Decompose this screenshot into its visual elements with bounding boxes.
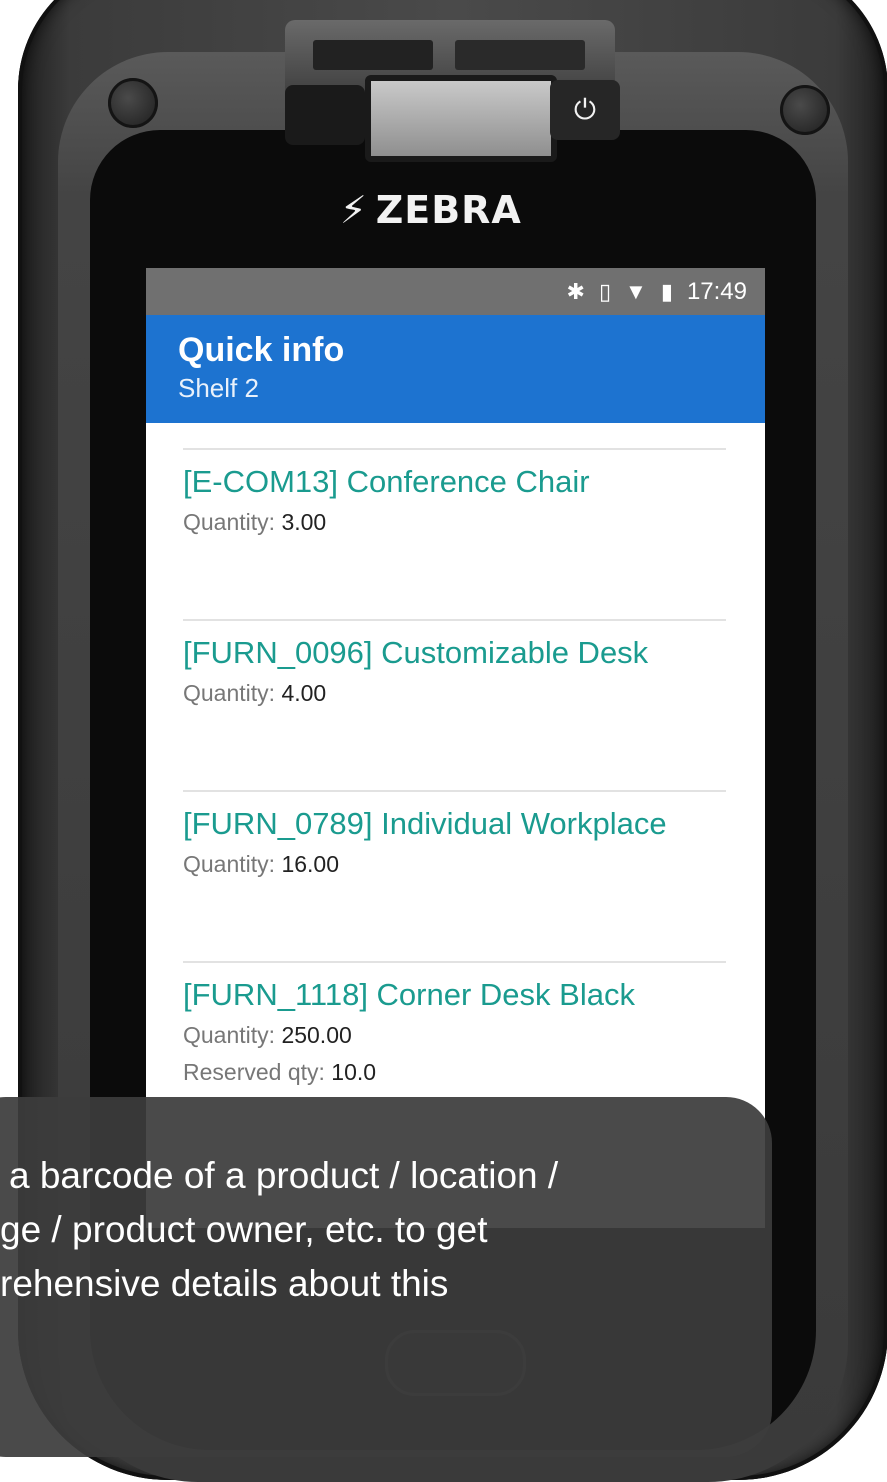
brand-name: ZEBRA xyxy=(375,188,522,232)
screw-icon xyxy=(108,78,158,128)
wifi-icon: ▼ xyxy=(625,278,647,304)
page-title: Quick info xyxy=(178,331,345,369)
battery-icon: ▮ xyxy=(660,278,673,304)
list-item[interactable]: [FURN_0096] Customizable Desk Quantity: … xyxy=(183,619,726,790)
quantity-value: 3.00 xyxy=(281,509,327,535)
status-time: 17:49 xyxy=(686,277,747,305)
list-item[interactable]: [FURN_0789] Individual Workplace Quantit… xyxy=(183,790,726,961)
quantity-label: Quantity: xyxy=(183,851,276,877)
scanner-window xyxy=(365,75,557,162)
quantity-label: Quantity: xyxy=(183,680,276,706)
help-tooltip: a barcode of a product / location / ge /… xyxy=(0,1097,772,1457)
power-icon: ⏻ xyxy=(573,94,597,125)
app-header: Quick info Shelf 2 xyxy=(146,315,765,423)
page-subtitle: Shelf 2 xyxy=(178,373,259,403)
quantity-row: Quantity: 4.00 xyxy=(183,675,726,712)
product-name: [FURN_0096] Customizable Desk xyxy=(183,635,649,670)
product-name: [E-COM13] Conference Chair xyxy=(183,464,590,499)
tooltip-line: rehensive details about this xyxy=(0,1263,449,1304)
quantity-value: 4.00 xyxy=(281,680,327,706)
product-name: [FURN_1118] Corner Desk Black xyxy=(183,977,635,1012)
tooltip-line: a barcode of a product / location / xyxy=(9,1155,559,1196)
housing-slot xyxy=(313,40,433,70)
quantity-label: Quantity: xyxy=(183,509,276,535)
power-button[interactable]: ⏻ xyxy=(550,80,620,140)
tooltip-line: ge / product owner, etc. to get xyxy=(0,1209,488,1250)
quantity-value: 250.00 xyxy=(281,1022,352,1048)
vibrate-icon: ▯ xyxy=(598,278,612,304)
reserved-row: Reserved qty: 10.0 xyxy=(183,1054,726,1091)
screw-icon xyxy=(780,85,830,135)
sensor-window xyxy=(285,85,365,145)
zebra-logo-icon: ⚡ xyxy=(340,188,368,232)
housing-slot xyxy=(455,40,585,70)
reserved-label: Reserved qty: xyxy=(183,1059,325,1085)
bluetooth-icon: ✱ xyxy=(566,278,585,304)
brand-logo: ⚡ ZEBRA xyxy=(340,185,580,235)
quantity-row: Quantity: 16.00 xyxy=(183,846,726,883)
quantity-value: 16.00 xyxy=(281,851,339,877)
product-list: [E-COM13] Conference Chair Quantity: 3.0… xyxy=(146,448,765,1132)
device-screen: ✱ ▯ ▼ ▮ 17:49 Quick info Shelf 2 [E-COM1… xyxy=(146,268,765,1228)
list-item[interactable]: [E-COM13] Conference Chair Quantity: 3.0… xyxy=(183,448,726,619)
status-bar: ✱ ▯ ▼ ▮ 17:49 xyxy=(146,268,765,315)
quantity-row: Quantity: 3.00 xyxy=(183,504,726,541)
reserved-value: 10.0 xyxy=(331,1059,377,1085)
product-name: [FURN_0789] Individual Workplace xyxy=(183,806,667,841)
quantity-row: Quantity: 250.00 xyxy=(183,1017,726,1054)
quantity-label: Quantity: xyxy=(183,1022,276,1048)
